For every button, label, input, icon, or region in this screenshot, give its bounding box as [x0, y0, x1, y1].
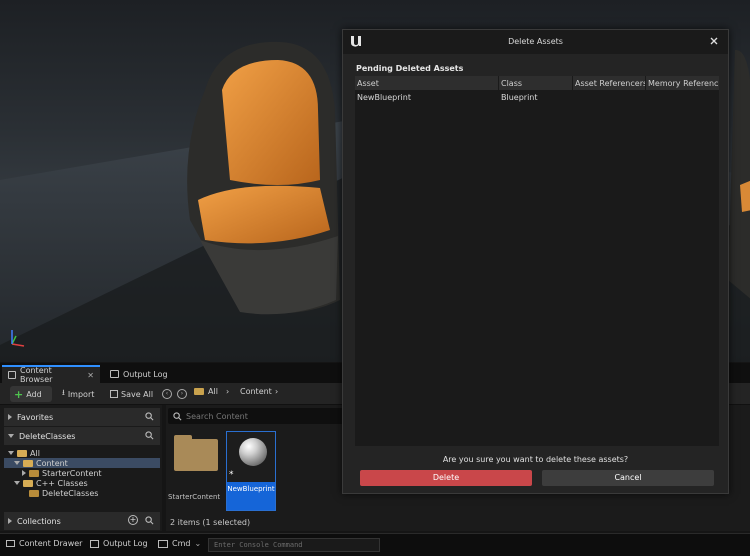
- sources-panel: Favorites DeleteClasses All Content Star…: [0, 405, 162, 531]
- status-bar: Content Drawer Output Log Cmd ⌄ Enter Co…: [0, 533, 750, 556]
- output-log-icon: [110, 370, 119, 378]
- back-icon[interactable]: ‹: [162, 389, 172, 399]
- project-label: DeleteClasses: [19, 431, 76, 441]
- output-log-label: Output Log: [103, 539, 148, 548]
- cancel-button[interactable]: Cancel: [542, 470, 714, 486]
- tab-output-log[interactable]: Output Log: [104, 365, 174, 383]
- folder-icon: [174, 435, 218, 471]
- tree-label: DeleteClasses: [42, 488, 99, 498]
- asset-cell: NewBlueprint: [357, 93, 411, 102]
- cmd-selector[interactable]: Cmd ⌄: [158, 539, 201, 548]
- content-drawer-label: Content Drawer: [19, 539, 83, 548]
- cmd-label: Cmd: [172, 539, 191, 548]
- delete-assets-dialog: Delete Assets Pending Deleted Assets Ass…: [342, 29, 729, 494]
- tree-label: C++ Classes: [36, 478, 88, 488]
- search-icon[interactable]: [145, 412, 154, 421]
- tree-label: StarterContent: [42, 468, 102, 478]
- tab-label: Content Browser: [20, 366, 53, 384]
- tree-label: Content: [36, 458, 68, 468]
- chevron-down-icon: [8, 451, 14, 455]
- confirm-question: Are you sure you want to delete these as…: [442, 455, 629, 464]
- column-header-asset[interactable]: Asset: [357, 79, 497, 88]
- close-icon[interactable]: [708, 35, 720, 47]
- folder-icon: [17, 449, 27, 457]
- chevron-right-icon[interactable]: ›: [275, 387, 278, 396]
- chevron-right-icon: ›: [226, 387, 230, 396]
- folder-icon: [29, 489, 39, 497]
- asset-label: StarterContent: [168, 493, 221, 501]
- selection-status: 2 items (1 selected): [170, 518, 251, 527]
- chevron-down-icon: [8, 434, 14, 438]
- drawer-icon: [6, 540, 15, 547]
- tree-item-startercontent[interactable]: StarterContent: [4, 468, 160, 478]
- chevron-right-icon: [8, 518, 12, 524]
- import-icon: ⭳: [62, 388, 65, 397]
- blueprint-thumbnail-icon: [239, 438, 267, 466]
- favorites-label: Favorites: [17, 412, 54, 422]
- plus-icon: +: [14, 387, 24, 401]
- tab-label: Output Log: [123, 369, 168, 379]
- pending-assets-table: Asset Class Asset Referencers Memory Ref…: [355, 76, 719, 446]
- modified-star-icon: *: [229, 470, 234, 480]
- save-all-label: Save All: [121, 389, 154, 399]
- section-heading: Pending Deleted Assets: [356, 64, 464, 73]
- dialog-title-bar[interactable]: Delete Assets: [343, 30, 728, 54]
- search-placeholder: Search Content: [186, 411, 248, 421]
- folder-icon: [194, 387, 204, 396]
- class-cell: Blueprint: [501, 93, 538, 102]
- column-header-memory-references[interactable]: Memory References: [648, 79, 718, 88]
- close-icon[interactable]: ✕: [87, 371, 94, 380]
- breadcrumb-content[interactable]: Content: [240, 387, 272, 396]
- column-header-asset-referencers[interactable]: Asset Referencers: [575, 79, 645, 88]
- chevron-right-icon: [8, 414, 12, 420]
- content-drawer-button[interactable]: Content Drawer: [6, 539, 82, 548]
- dialog-title: Delete Assets: [508, 37, 563, 46]
- search-icon[interactable]: [145, 431, 154, 440]
- chevron-down-icon: [14, 461, 20, 465]
- terminal-icon: [158, 539, 168, 548]
- add-button[interactable]: + Add: [10, 386, 52, 402]
- folder-icon: [29, 469, 39, 477]
- forward-icon[interactable]: ›: [177, 389, 187, 399]
- breadcrumb-all[interactable]: All: [208, 387, 218, 396]
- chevron-down-icon: [14, 481, 20, 485]
- output-log-button[interactable]: Output Log: [90, 539, 148, 548]
- asset-tile-newblueprint[interactable]: * NewBlueprint: [226, 431, 276, 511]
- output-log-icon: [90, 539, 99, 548]
- project-header[interactable]: DeleteClasses: [4, 427, 160, 445]
- content-browser-icon: [8, 371, 16, 379]
- save-icon: [110, 390, 118, 398]
- tab-content-browser[interactable]: Content Browser ✕: [2, 365, 100, 384]
- import-label: Import: [67, 389, 95, 399]
- chevron-down-icon: ⌄: [194, 539, 202, 548]
- import-button[interactable]: ⭳ Import: [58, 386, 98, 402]
- table-header: Asset Class Asset Referencers Memory Ref…: [355, 76, 719, 90]
- search-icon: [173, 411, 182, 420]
- favorites-header[interactable]: Favorites: [4, 408, 160, 426]
- save-all-button[interactable]: Save All: [106, 386, 157, 402]
- collections-header[interactable]: Collections +: [4, 512, 160, 530]
- search-icon[interactable]: [145, 516, 154, 525]
- folder-icon: [23, 459, 33, 467]
- add-collection-icon[interactable]: +: [128, 515, 138, 525]
- chevron-right-icon: [22, 470, 26, 476]
- folder-icon: [23, 479, 33, 487]
- collections-label: Collections: [17, 516, 61, 526]
- console-placeholder: Enter Console Command: [214, 541, 303, 549]
- tree-item-all[interactable]: All: [4, 448, 160, 458]
- console-input[interactable]: Enter Console Command: [208, 538, 380, 552]
- add-label: Add: [26, 389, 42, 399]
- search-input[interactable]: Search Content: [168, 408, 344, 424]
- tree-item-deleteclasses[interactable]: DeleteClasses: [4, 488, 160, 498]
- tree-label: All: [30, 448, 40, 458]
- tree-item-content[interactable]: Content: [4, 458, 160, 468]
- asset-label: NewBlueprint: [227, 482, 275, 510]
- tree-item-cpp-classes[interactable]: C++ Classes: [4, 478, 160, 488]
- asset-tile-startercontent[interactable]: StarterContent: [168, 431, 221, 511]
- axis-gizmo-icon: [11, 330, 25, 347]
- column-header-class[interactable]: Class: [501, 79, 571, 88]
- delete-button[interactable]: Delete: [360, 470, 532, 486]
